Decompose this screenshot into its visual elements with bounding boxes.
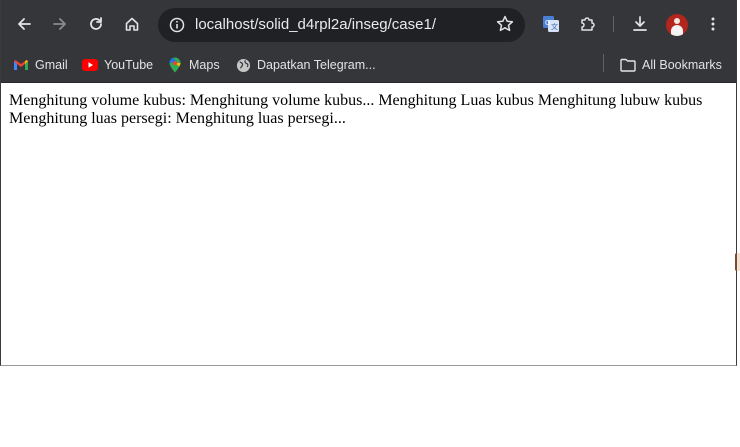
toolbar-separator xyxy=(613,16,614,32)
site-info-icon xyxy=(169,17,185,33)
reload-icon xyxy=(90,17,102,30)
forward-button[interactable] xyxy=(46,10,74,38)
bookmark-maps[interactable]: Maps xyxy=(167,54,220,76)
home-button[interactable] xyxy=(118,10,146,38)
svg-text:文: 文 xyxy=(551,22,558,31)
browser-toolbar: localhost/solid_d4rpl2a/inseg/case1/ G文 xyxy=(1,0,736,48)
bookmark-gmail[interactable]: Gmail xyxy=(13,54,68,76)
bookmark-label: Maps xyxy=(189,58,220,72)
extensions-button[interactable] xyxy=(574,10,602,38)
translate-icon: G文 xyxy=(543,16,559,32)
url-text[interactable]: localhost/solid_d4rpl2a/inseg/case1/ xyxy=(195,16,436,34)
profile-avatar[interactable] xyxy=(666,14,688,36)
folder-icon xyxy=(620,57,636,73)
gmail-icon xyxy=(13,57,29,73)
menu-icon xyxy=(711,17,715,31)
bookmarks-bar: Gmail YouTube Maps Dapatkan Telegram... … xyxy=(1,48,736,83)
menu-button[interactable] xyxy=(699,10,727,38)
page-content: Menghitung volume kubus: Menghitung volu… xyxy=(9,92,729,128)
avatar-body xyxy=(671,25,683,36)
bookmarks-separator xyxy=(603,54,604,72)
bookmark-label: Dapatkan Telegram... xyxy=(257,58,376,72)
bookmark-telegram[interactable]: Dapatkan Telegram... xyxy=(235,54,376,76)
reload-button[interactable] xyxy=(82,10,110,38)
bookmark-star-button[interactable] xyxy=(495,14,515,39)
browser-window: localhost/solid_d4rpl2a/inseg/case1/ G文 xyxy=(0,0,737,366)
downloads-button[interactable] xyxy=(626,10,654,38)
site-info-button[interactable] xyxy=(165,13,189,37)
globe-icon xyxy=(235,57,251,73)
home-icon xyxy=(125,17,139,31)
download-icon xyxy=(633,16,647,31)
star-icon xyxy=(496,15,514,32)
maps-icon xyxy=(167,57,183,73)
all-bookmarks-button[interactable]: All Bookmarks xyxy=(620,54,722,76)
side-panel-handle[interactable] xyxy=(735,253,740,271)
all-bookmarks-label: All Bookmarks xyxy=(642,58,722,72)
back-icon xyxy=(18,18,31,30)
svg-text:G: G xyxy=(545,19,550,27)
extensions-icon xyxy=(581,17,595,31)
avatar-head xyxy=(674,18,680,24)
bookmark-label: YouTube xyxy=(104,58,154,72)
output-line-persegi: Menghitung luas persegi: Menghitung luas… xyxy=(9,110,346,127)
back-button[interactable] xyxy=(10,10,38,38)
bookmark-label: Gmail xyxy=(35,58,68,72)
bookmark-youtube[interactable]: YouTube xyxy=(82,54,153,76)
youtube-icon xyxy=(82,57,98,73)
output-line-volume: Menghitung volume kubus: Menghitung volu… xyxy=(9,92,703,109)
translate-button[interactable]: G文 xyxy=(537,10,565,38)
forward-icon xyxy=(53,18,66,30)
address-bar[interactable]: localhost/solid_d4rpl2a/inseg/case1/ xyxy=(158,8,525,42)
